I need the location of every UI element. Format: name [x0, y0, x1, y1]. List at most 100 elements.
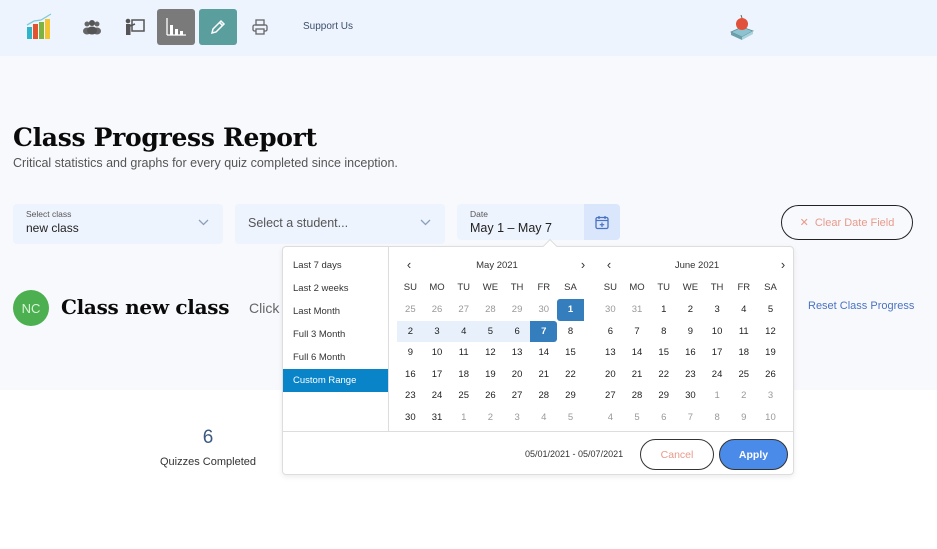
calendar-day[interactable]: 30 [530, 299, 557, 321]
calendar-day[interactable]: 5 [557, 407, 584, 429]
calendar-day[interactable]: 4 [450, 320, 478, 342]
calendar-day[interactable]: 2 [477, 407, 504, 429]
calendar-day[interactable]: 26 [477, 385, 504, 407]
calendar-day[interactable]: 22 [557, 364, 584, 386]
calendar-day[interactable]: 4 [597, 407, 624, 429]
next-month-icon[interactable]: › [573, 257, 593, 272]
calendar-day[interactable]: 22 [650, 364, 677, 386]
calendar-day[interactable]: 9 [730, 407, 757, 429]
calendar-day[interactable]: 7 [530, 320, 558, 342]
calendar-day[interactable]: 29 [504, 299, 531, 321]
reset-class-progress-link[interactable]: Reset Class Progress [808, 300, 914, 312]
calendar-day[interactable]: 27 [597, 385, 624, 407]
calendar-day[interactable]: 16 [677, 342, 704, 364]
calendar-day[interactable]: 17 [424, 364, 451, 386]
calendar-day[interactable]: 6 [650, 407, 677, 429]
calendar-day[interactable]: 24 [424, 385, 451, 407]
calendar-day[interactable]: 25 [730, 364, 757, 386]
calendar-day[interactable]: 27 [450, 299, 477, 321]
preset-range-item[interactable]: Last 7 days [283, 254, 388, 277]
calendar-day[interactable]: 18 [730, 342, 757, 364]
calendar-day[interactable]: 3 [423, 320, 451, 342]
class-select[interactable]: Select class new class [13, 204, 223, 244]
calendar-day[interactable]: 23 [397, 385, 424, 407]
calendar-day[interactable]: 4 [530, 407, 557, 429]
calendar-day[interactable]: 9 [397, 342, 424, 364]
calendar-day[interactable]: 9 [677, 321, 704, 343]
next-month-icon[interactable]: › [773, 257, 793, 272]
printer-icon[interactable] [241, 9, 279, 45]
calendar-day[interactable]: 30 [677, 385, 704, 407]
calendar-day[interactable]: 28 [530, 385, 557, 407]
student-select[interactable]: Select a student... [235, 204, 445, 244]
preset-range-item[interactable]: Custom Range [283, 369, 388, 392]
calendar-day[interactable]: 12 [757, 321, 784, 343]
calendar-day[interactable]: 3 [704, 299, 731, 321]
calendar-day[interactable]: 19 [757, 342, 784, 364]
calendar-day[interactable]: 27 [504, 385, 531, 407]
calendar-day[interactable]: 14 [624, 342, 651, 364]
calendar-day[interactable]: 8 [650, 321, 677, 343]
calendar-day[interactable]: 25 [450, 385, 477, 407]
calendar-day[interactable]: 7 [677, 407, 704, 429]
calendar-day[interactable]: 1 [450, 407, 477, 429]
calendar-day[interactable]: 7 [624, 321, 651, 343]
calendar-day[interactable]: 1 [704, 385, 731, 407]
pencil-icon[interactable] [199, 9, 237, 45]
calendar-day[interactable]: 20 [504, 364, 531, 386]
calendar-day[interactable]: 11 [730, 321, 757, 343]
calendar-day[interactable]: 1 [557, 299, 584, 321]
calendar-day[interactable]: 10 [424, 342, 451, 364]
calendar-day[interactable]: 12 [477, 342, 504, 364]
calendar-day[interactable]: 2 [677, 299, 704, 321]
calendar-day[interactable]: 15 [557, 342, 584, 364]
calendar-day[interactable]: 10 [704, 321, 731, 343]
preset-range-item[interactable]: Full 6 Month [283, 346, 388, 369]
calendar-day[interactable]: 29 [557, 385, 584, 407]
calendar-day[interactable]: 8 [557, 321, 584, 343]
calendar-day[interactable]: 3 [757, 385, 784, 407]
calendar-day[interactable]: 26 [757, 364, 784, 386]
calendar-day[interactable]: 18 [450, 364, 477, 386]
calendar-day[interactable]: 10 [757, 407, 784, 429]
calendar-day[interactable]: 30 [397, 407, 424, 429]
clear-date-button[interactable]: ✕ Clear Date Field [781, 205, 913, 240]
calendar-day[interactable]: 13 [504, 342, 531, 364]
apply-button[interactable]: Apply [719, 439, 788, 470]
calendar-day[interactable]: 21 [624, 364, 651, 386]
calendar-day[interactable]: 25 [397, 299, 424, 321]
calendar-day[interactable]: 30 [597, 299, 624, 321]
calendar-day[interactable]: 13 [597, 342, 624, 364]
calendar-day[interactable]: 24 [704, 364, 731, 386]
calendar-day[interactable]: 8 [704, 407, 731, 429]
calendar-day[interactable]: 17 [704, 342, 731, 364]
calendar-day[interactable]: 26 [424, 299, 451, 321]
preset-range-item[interactable]: Full 3 Month [283, 323, 388, 346]
calendar-day[interactable]: 3 [504, 407, 531, 429]
calendar-day[interactable]: 21 [530, 364, 557, 386]
calendar-day[interactable]: 16 [397, 364, 424, 386]
calendar-day[interactable]: 14 [530, 342, 557, 364]
calendar-day[interactable]: 19 [477, 364, 504, 386]
calendar-day[interactable]: 20 [597, 364, 624, 386]
users-icon[interactable] [73, 9, 111, 45]
cancel-button[interactable]: Cancel [640, 439, 714, 470]
calendar-day[interactable]: 5 [624, 407, 651, 429]
preset-range-item[interactable]: Last 2 weeks [283, 277, 388, 300]
calendar-day[interactable]: 28 [477, 299, 504, 321]
calendar-day[interactable]: 29 [650, 385, 677, 407]
calendar-day[interactable]: 6 [597, 321, 624, 343]
logo-chart-icon[interactable] [20, 9, 58, 45]
bar-chart-icon[interactable] [157, 9, 195, 45]
calendar-day[interactable]: 1 [650, 299, 677, 321]
calendar-day[interactable]: 31 [624, 299, 651, 321]
preset-range-item[interactable]: Last Month [283, 300, 388, 323]
calendar-day[interactable]: 5 [477, 320, 504, 342]
calendar-day[interactable]: 15 [650, 342, 677, 364]
calendar-day[interactable]: 2 [730, 385, 757, 407]
calendar-plus-icon[interactable] [584, 204, 620, 240]
calendar-day[interactable]: 11 [450, 342, 477, 364]
calendar-day[interactable]: 28 [624, 385, 651, 407]
calendar-day[interactable]: 31 [424, 407, 451, 429]
teacher-board-icon[interactable] [116, 9, 154, 45]
